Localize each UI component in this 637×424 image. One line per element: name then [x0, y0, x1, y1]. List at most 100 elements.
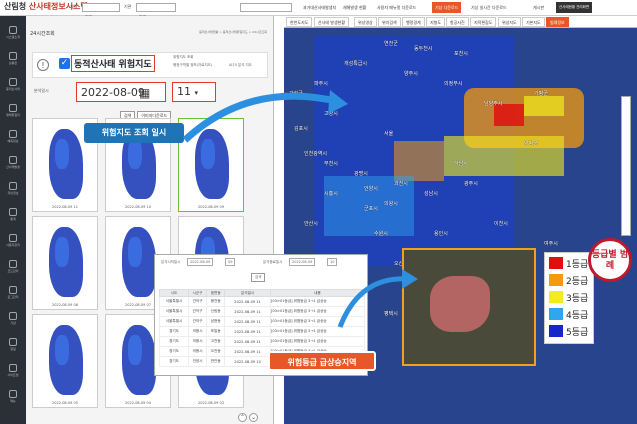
- nav-label: 재해위험지: [6, 113, 20, 117]
- panel-title: 24시간조회: [30, 31, 55, 37]
- legend-label: 5등급: [566, 328, 589, 338]
- city-label: 서울: [384, 131, 394, 137]
- map-thumbnail[interactable]: 2022-08-09 08: [32, 216, 98, 310]
- unit-select[interactable]: 전국: [136, 3, 176, 20]
- nav-item-3[interactable]: 재해위험지: [0, 102, 26, 122]
- nav-label: 지반정보: [7, 191, 19, 195]
- calendar-icon[interactable]: ▦: [139, 86, 150, 100]
- nav-item-14[interactable]: 메뉴: [0, 388, 26, 408]
- legend-label: 4등급: [566, 311, 589, 321]
- scroll-buttons: ⌃ ⌄: [238, 404, 260, 423]
- city-label: 이천시: [494, 221, 508, 227]
- nav-icon: [9, 156, 17, 164]
- nav-label: 사이트맵: [7, 373, 19, 377]
- map-toolbar: 한반도지도 산사태 발생현황 위성영상 위치검색 행정경계 지형도 항공사진 지적편집도 위성지…: [284, 16, 637, 28]
- table-search-button[interactable]: 검색: [251, 273, 266, 282]
- table-row[interactable]: 경기도 의왕시 고천동 2022-08-09 11 [03>01등급] 위험등급 3→1…: [158, 336, 366, 347]
- nav-icon: [9, 260, 17, 268]
- menu-item-5[interactable]: 게시판: [530, 2, 547, 13]
- nav-item-1[interactable]: 상황판: [0, 50, 26, 70]
- nav-item-2[interactable]: 동적산사태: [0, 76, 26, 96]
- nav-item-5[interactable]: 산사태발생: [0, 154, 26, 174]
- nav-icon: [9, 26, 17, 34]
- map-tool-button[interactable]: 위성지도: [498, 17, 521, 27]
- menu-item-6[interactable]: 산사태현황 관리화면: [556, 2, 593, 13]
- nav-label: 사용자관리: [6, 243, 20, 247]
- from-hour-select[interactable]: 09: [225, 258, 236, 266]
- callout-query-date: 위험지도 조회 일시: [84, 123, 184, 143]
- thumbnail-caption: 2022-08-09 09: [198, 205, 224, 209]
- checkbox-icon[interactable]: ✓: [59, 58, 70, 69]
- nav-icon: [9, 312, 17, 320]
- nav-label: 상황판: [8, 61, 18, 65]
- left-nav: 시스템소개상황판동적산사태재해위험지예측정보산사태발생지반정보통계사용자관리코드…: [0, 16, 26, 424]
- scroll-down-icon[interactable]: ⌄: [249, 413, 258, 422]
- search-input[interactable]: [240, 3, 292, 12]
- legend-swatch: [549, 308, 563, 320]
- zoom-inset: [402, 248, 536, 366]
- nav-icon: [9, 78, 17, 86]
- city-label: 안양시: [364, 186, 378, 192]
- thumbnail-caption: 2022-08-09 05: [52, 401, 78, 405]
- city-label: 인천광역시: [304, 151, 328, 157]
- city-label: 남양주시: [484, 101, 503, 107]
- legend-label: 2등급: [566, 277, 589, 287]
- option-risk-map[interactable]: 위험지도 조회: [173, 55, 193, 60]
- region-select[interactable]: 전국: [82, 3, 120, 20]
- from-label: 분석시작일시: [161, 260, 181, 264]
- map-tool-button[interactable]: 기본지도: [522, 17, 545, 27]
- city-label: 동두천시: [414, 46, 433, 52]
- nav-item-7[interactable]: 통계: [0, 206, 26, 226]
- thumbnail-caption: 2022-08-09 10: [125, 205, 151, 209]
- thumbnail-caption: 2022-08-09 03: [198, 401, 224, 405]
- to-date-input[interactable]: 2022-08-09: [289, 258, 316, 266]
- menu-item-0[interactable]: 과거대산사태발생지: [300, 2, 339, 13]
- map-tool-button[interactable]: 산사태 발생현황: [314, 17, 350, 27]
- nav-item-12[interactable]: 알림: [0, 336, 26, 356]
- top-bar: 산림청 산사태정보시스템 지역 전국 기관 전국 과거대산사태발생지 재해발생 …: [0, 0, 637, 20]
- legend-label: 3등급: [566, 294, 589, 304]
- city-label: 군포시: [364, 206, 378, 212]
- scroll-up-icon[interactable]: ⌃: [238, 413, 247, 422]
- nav-item-13[interactable]: 사이트맵: [0, 362, 26, 382]
- map-tool-button[interactable]: 항공사진: [446, 17, 469, 27]
- city-label: 개성특급시: [344, 61, 368, 67]
- map-tool-button[interactable]: 행정경계: [402, 17, 425, 27]
- map-tool-button[interactable]: 한반도지도: [286, 17, 313, 27]
- nav-item-6[interactable]: 지반정보: [0, 180, 26, 200]
- nav-item-0[interactable]: 시스템소개: [0, 24, 26, 44]
- map-tool-button[interactable]: 위치검색: [378, 17, 401, 27]
- map-thumbnail[interactable]: 2022-08-09 05: [32, 314, 98, 408]
- menu-item-3[interactable]: 기상 다운로드: [432, 2, 462, 13]
- from-date-input[interactable]: 2022-08-09: [187, 258, 214, 266]
- date-input[interactable]: 2022-08-09 ▦: [76, 82, 166, 102]
- nav-icon: [9, 364, 17, 372]
- option-admin-map[interactable]: 행정구역별 정보(자료지도): [173, 63, 212, 68]
- city-label: 안산시: [304, 221, 318, 227]
- nav-item-4[interactable]: 예측정보: [0, 128, 26, 148]
- menu-item-1[interactable]: 재해발생 현황: [340, 2, 369, 13]
- city-label: 연천군: [384, 41, 398, 47]
- legend-swatch: [549, 274, 563, 286]
- layer-row: ! ✓ 동적산사태 위험지도 위험지도 조회 행정구역별 정보(자료지도) AI…: [32, 52, 268, 78]
- nav-item-9[interactable]: 코드관리: [0, 258, 26, 278]
- option-ai-map[interactable]: AI15 분석 지도: [229, 63, 252, 68]
- map-zoom-tools[interactable]: [621, 96, 631, 236]
- menu-item-2[interactable]: 사용자 매뉴얼 다운로드: [374, 2, 419, 13]
- info-icon[interactable]: !: [37, 59, 49, 71]
- nav-item-11[interactable]: 기상: [0, 310, 26, 330]
- city-label: 양주시: [404, 71, 418, 77]
- callout-rapid-rise: 위험등급 급상승지역: [268, 351, 376, 371]
- map-tool-button[interactable]: 지형도: [426, 17, 446, 27]
- menu-item-4[interactable]: 기상 실시간 다운로드: [468, 2, 510, 13]
- city-label: 광주시: [464, 181, 478, 187]
- nav-item-10[interactable]: 로그관리: [0, 284, 26, 304]
- layer-checkbox-label[interactable]: 동적산사태 위험지도: [71, 55, 155, 72]
- thumbnail-caption: 2022-08-09 11: [52, 205, 78, 209]
- map-tool-button[interactable]: 위성영상: [354, 17, 377, 27]
- nav-label: 산사태발생: [6, 165, 20, 169]
- map-tool-button[interactable]: 범례정보: [546, 17, 569, 27]
- map-tool-button[interactable]: 지적편집도: [470, 17, 497, 27]
- legend-swatch: [549, 291, 563, 303]
- nav-item-8[interactable]: 사용자관리: [0, 232, 26, 252]
